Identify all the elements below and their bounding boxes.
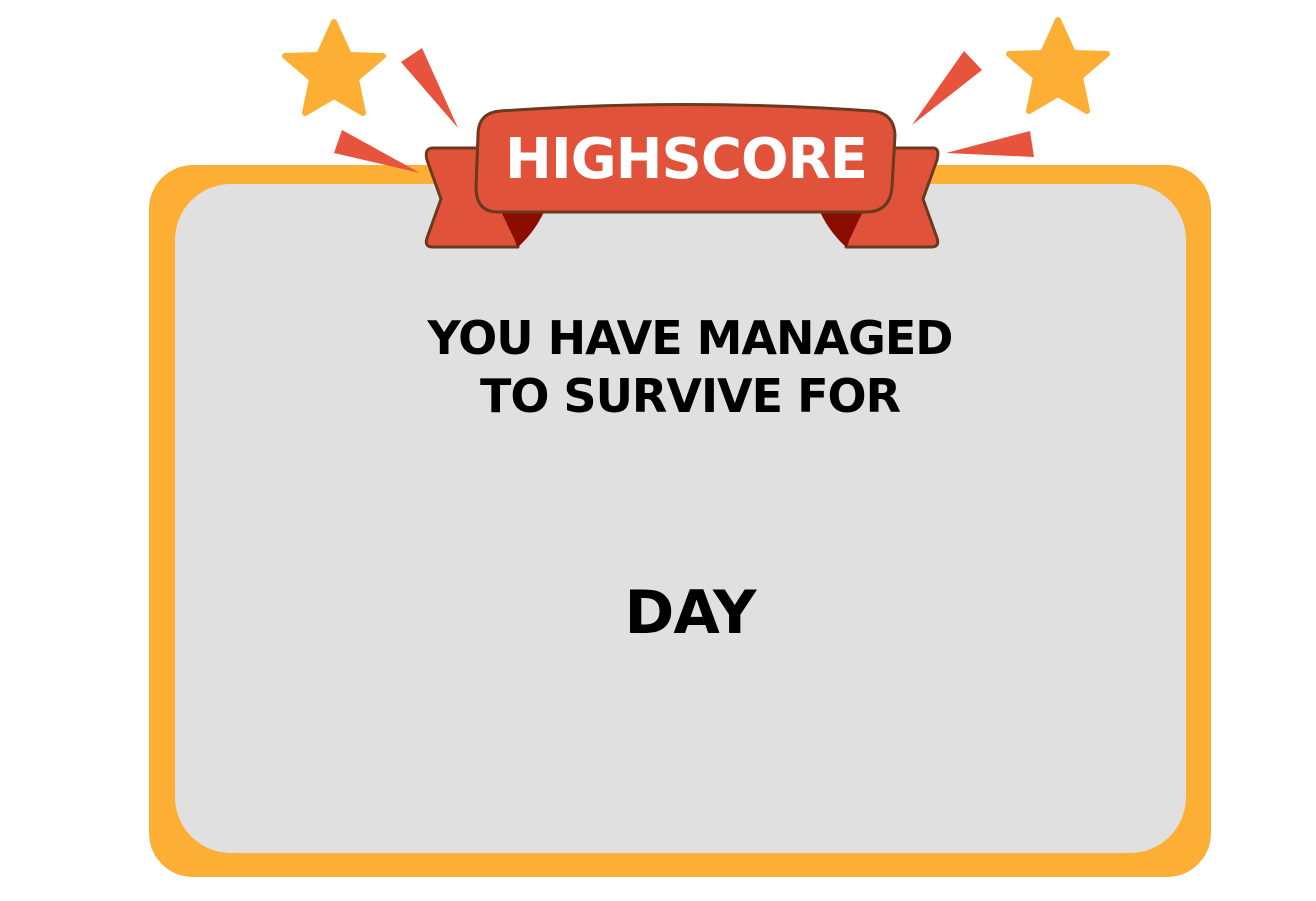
survival-message-line1: YOU HAVE MANAGED [427, 311, 954, 365]
burst-ray-right-lower [946, 131, 1034, 157]
days-survived-value [480, 470, 900, 530]
star-icon [1006, 17, 1110, 114]
highscore-title: HIGHSCORE [505, 127, 868, 192]
burst-ray-right-upper [912, 51, 982, 125]
star-icon [282, 19, 386, 116]
day-label: DAY [624, 578, 757, 648]
survival-message-line2: TO SURVIVE FOR [479, 369, 901, 423]
survival-message: YOU HAVE MANAGED TO SURVIVE FOR [340, 309, 1040, 425]
burst-ray-left-upper [401, 48, 458, 128]
